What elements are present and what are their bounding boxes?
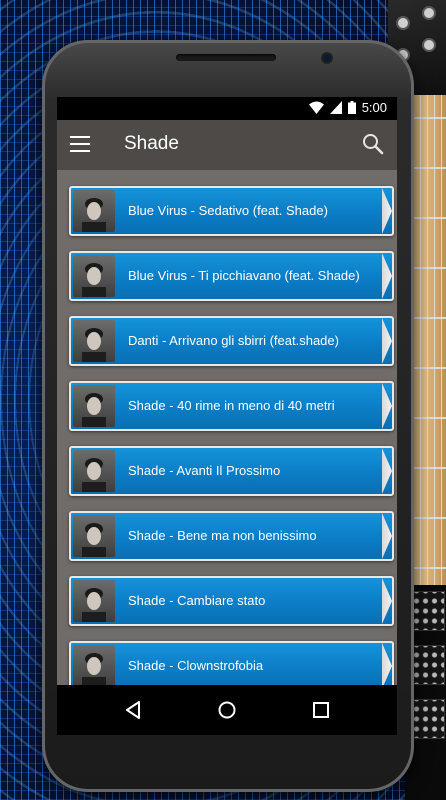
artist-thumbnail	[73, 255, 115, 297]
song-title: Blue Virus - Ti picchiavano (feat. Shade…	[128, 268, 360, 283]
status-bar: 5:00	[57, 97, 397, 120]
list-item[interactable]: Danti - Arrivano gli sbirri (feat.shade)	[69, 316, 394, 366]
chevron-right-icon	[382, 448, 392, 494]
list-item[interactable]: Shade - Bene ma non benissimo	[69, 511, 394, 561]
chevron-right-icon	[382, 643, 392, 685]
chevron-right-icon	[382, 383, 392, 429]
song-title: Shade - Cambiare stato	[128, 593, 266, 608]
artist-thumbnail	[73, 450, 115, 492]
artist-thumbnail	[73, 320, 115, 362]
song-title: Blue Virus - Sedativo (feat. Shade)	[128, 203, 328, 218]
song-title: Danti - Arrivano gli sbirri (feat.shade)	[128, 333, 339, 348]
chevron-right-icon	[382, 318, 392, 364]
app-bar: Shade	[57, 120, 397, 170]
chevron-right-icon	[382, 578, 392, 624]
search-icon[interactable]	[361, 132, 385, 156]
chevron-right-icon	[382, 253, 392, 299]
artist-thumbnail	[73, 385, 115, 427]
list-item[interactable]: Shade - Cambiare stato	[69, 576, 394, 626]
navigation-bar	[57, 685, 397, 735]
song-title: Shade - Avanti Il Prossimo	[128, 463, 281, 478]
artist-thumbnail	[73, 515, 115, 557]
status-time: 5:00	[361, 100, 387, 115]
artist-thumbnail	[73, 190, 115, 232]
artist-thumbnail	[73, 645, 115, 685]
phone-camera	[323, 54, 331, 62]
battery-icon	[347, 101, 356, 114]
list-item[interactable]: Shade - 40 rime in meno di 40 metri	[69, 381, 394, 431]
recents-icon[interactable]	[309, 698, 333, 722]
list-item[interactable]: Shade - Clownstrofobia	[69, 641, 394, 685]
list-item[interactable]: Shade - Avanti Il Prossimo	[69, 446, 394, 496]
chevron-right-icon	[382, 513, 392, 559]
list-item[interactable]: Blue Virus - Sedativo (feat. Shade)	[69, 186, 394, 236]
song-title: Shade - Bene ma non benissimo	[128, 528, 317, 543]
chevron-right-icon	[382, 188, 392, 234]
phone-speaker	[176, 54, 276, 61]
list-item[interactable]: Blue Virus - Ti picchiavano (feat. Shade…	[69, 251, 394, 301]
back-icon[interactable]	[121, 698, 145, 722]
wifi-icon	[308, 101, 324, 114]
song-list[interactable]: Blue Virus - Sedativo (feat. Shade) Blue…	[57, 170, 397, 685]
app-title: Shade	[124, 133, 179, 154]
home-icon[interactable]	[215, 698, 239, 722]
phone-screen: 5:00 Shade Blue Virus - Sedativo (feat. …	[57, 97, 397, 735]
song-title: Shade - 40 rime in meno di 40 metri	[128, 398, 335, 413]
song-title: Shade - Clownstrofobia	[128, 658, 264, 673]
artist-thumbnail	[73, 580, 115, 622]
menu-icon[interactable]	[70, 136, 90, 152]
signal-icon	[329, 101, 342, 114]
